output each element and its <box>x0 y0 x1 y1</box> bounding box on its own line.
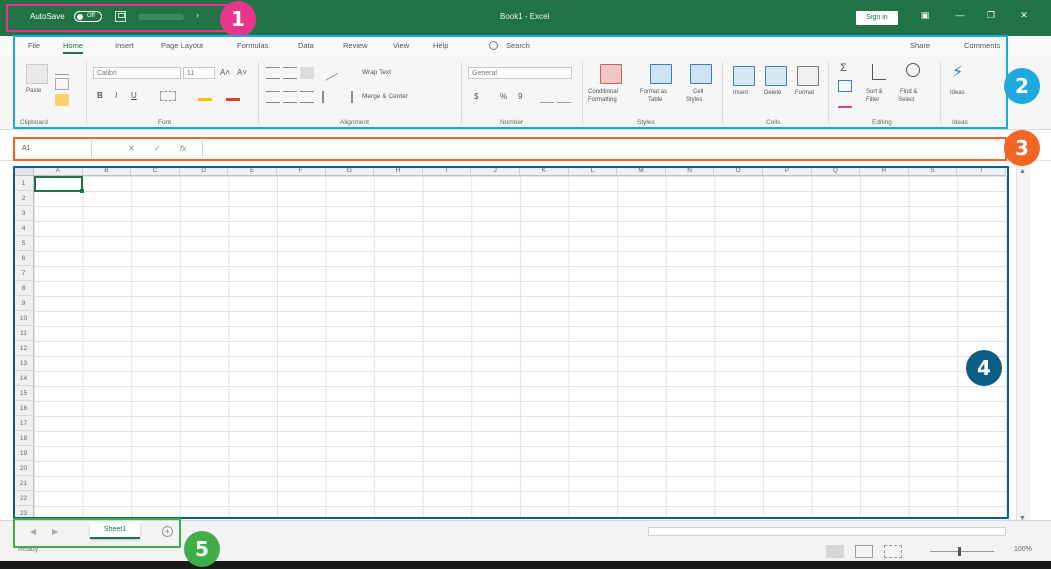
taskbar-strip <box>0 561 1051 569</box>
callout-box-worksheet <box>13 166 1009 519</box>
ribbon-display-options-icon[interactable]: ▣ <box>918 10 932 21</box>
normal-view-icon[interactable] <box>826 545 844 558</box>
zoom-level[interactable]: 100% <box>1014 546 1032 553</box>
page-break-view-icon[interactable] <box>884 545 902 558</box>
zoom-slider[interactable] <box>930 551 994 552</box>
callout-badge-3: 3 <box>1004 130 1040 166</box>
callout-badge-5: 5 <box>184 531 220 567</box>
close-icon[interactable]: ✕ <box>1017 10 1031 21</box>
page-layout-view-icon[interactable] <box>855 545 873 558</box>
horizontal-scrollbar[interactable] <box>648 527 1006 536</box>
minimize-icon[interactable]: — <box>953 10 967 20</box>
vertical-scrollbar[interactable]: ▲ ▼ <box>1016 166 1030 526</box>
callout-box-formula-bar <box>13 137 1007 161</box>
document-title: Book1 - Excel <box>500 12 550 21</box>
zoom-slider-handle[interactable] <box>958 547 961 556</box>
callout-box-ribbon <box>13 35 1008 129</box>
callout-badge-2: 2 <box>1004 68 1040 104</box>
restore-icon[interactable]: ❐ <box>984 10 998 21</box>
callout-badge-4: 4 <box>966 350 1002 386</box>
callout-box-title-bar <box>6 4 232 32</box>
sign-in-button[interactable]: Sign in <box>856 11 898 25</box>
callout-box-sheet-tabs <box>13 518 181 548</box>
callout-badge-1: 1 <box>220 1 256 37</box>
scroll-up-icon[interactable]: ▲ <box>1019 168 1026 175</box>
